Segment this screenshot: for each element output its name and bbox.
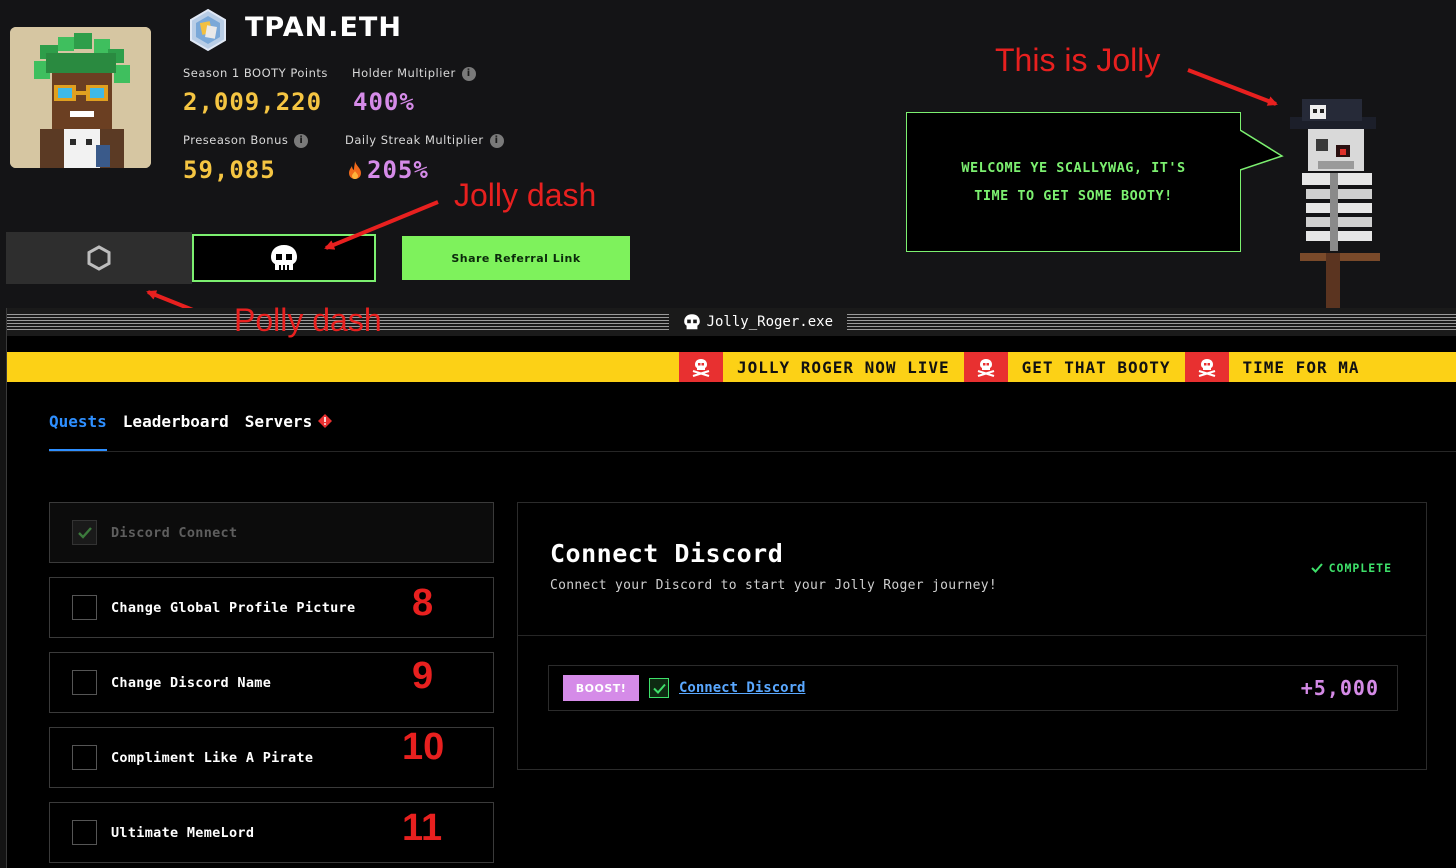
ticker-item: GET THAT BOOTY xyxy=(963,352,1185,382)
ticker-item: JOLLY ROGER NOW LIVE xyxy=(679,352,964,382)
quest-label: Discord Connect xyxy=(111,524,238,541)
quest-item[interactable]: Ultimate MemeLord 11 xyxy=(49,802,494,863)
quest-label: Change Global Profile Picture xyxy=(111,599,356,616)
quest-checkbox[interactable] xyxy=(72,520,97,545)
ticker-text: JOLLY ROGER NOW LIVE xyxy=(737,357,950,377)
window-title-text: Jolly_Roger.exe xyxy=(706,314,833,330)
news-ticker: JOLLY ROGER NOW LIVE GET THAT BOOTY TIME… xyxy=(7,352,1456,382)
connect-discord-link[interactable]: Connect Discord xyxy=(679,680,805,696)
quest-item[interactable]: Discord Connect xyxy=(49,502,494,563)
annotation-number: 9 xyxy=(412,655,434,697)
quest-label: Compliment Like A Pirate xyxy=(111,749,314,766)
titlebar-stripes-right xyxy=(847,314,1456,330)
tab-quests[interactable]: Quests xyxy=(49,406,107,452)
annotation-number: 11 xyxy=(402,807,443,849)
tab-servers-label: Servers xyxy=(244,412,313,431)
boost-badge: BOOST! xyxy=(563,675,639,701)
quest-detail-panel: Connect Discord Connect your Discord to … xyxy=(517,502,1427,770)
tabs-divider xyxy=(49,451,1456,452)
profile-header: TPAN.ETH Season 1 BOOTY Points 2,009,220… xyxy=(0,0,1456,322)
task-checkbox[interactable] xyxy=(649,678,669,698)
ticker-text: GET THAT BOOTY xyxy=(1021,357,1171,377)
status-badge: COMPLETE xyxy=(1310,561,1392,575)
quest-label: Change Discord Name xyxy=(111,674,272,691)
detail-subtitle: Connect your Discord to start your Jolly… xyxy=(550,578,997,593)
quest-item[interactable]: Compliment Like A Pirate 10 xyxy=(49,726,494,788)
ticker-track: JOLLY ROGER NOW LIVE GET THAT BOOTY TIME… xyxy=(679,352,1373,382)
window-titlebar[interactable]: Jolly_Roger.exe xyxy=(7,308,1456,336)
check-icon xyxy=(77,526,92,539)
ticker-text: TIME FOR MA xyxy=(1242,357,1360,377)
quest-item[interactable]: Change Discord Name 9 xyxy=(49,652,494,713)
annotation-number: 8 xyxy=(412,582,434,624)
ticker-item: TIME FOR MA xyxy=(1184,352,1374,382)
annotation-number: 10 xyxy=(402,726,445,768)
tab-servers[interactable]: Servers xyxy=(244,406,333,452)
skull-crossbones-icon xyxy=(1184,352,1229,382)
quest-checkbox[interactable] xyxy=(72,595,97,620)
detail-divider xyxy=(518,635,1426,636)
task-row: BOOST! Connect Discord +5,000 xyxy=(548,665,1398,711)
annotation-polly-dash: Polly dash xyxy=(234,302,382,338)
check-icon xyxy=(1310,563,1323,573)
skull-icon xyxy=(683,314,700,330)
alert-diamond-icon xyxy=(318,414,333,428)
quest-label: Ultimate MemeLord xyxy=(111,824,255,841)
check-icon xyxy=(652,683,666,694)
task-points: +5,000 xyxy=(1300,676,1379,700)
status-text: COMPLETE xyxy=(1328,561,1392,575)
skull-crossbones-icon xyxy=(679,352,723,382)
quest-checkbox[interactable] xyxy=(72,820,97,845)
window-title: Jolly_Roger.exe xyxy=(668,308,847,336)
jolly-roger-window: Jolly_Roger.exe Polly dash JOLLY ROGER N… xyxy=(6,302,1456,868)
detail-title: Connect Discord xyxy=(550,539,784,568)
quest-item[interactable]: Change Global Profile Picture 8 xyxy=(49,577,494,638)
content-tabs: Quests Leaderboard Servers xyxy=(49,406,333,452)
tab-leaderboard[interactable]: Leaderboard xyxy=(123,406,229,452)
quest-checkbox[interactable] xyxy=(72,670,97,695)
skull-crossbones-icon xyxy=(963,352,1008,382)
quest-checkbox[interactable] xyxy=(72,745,97,770)
